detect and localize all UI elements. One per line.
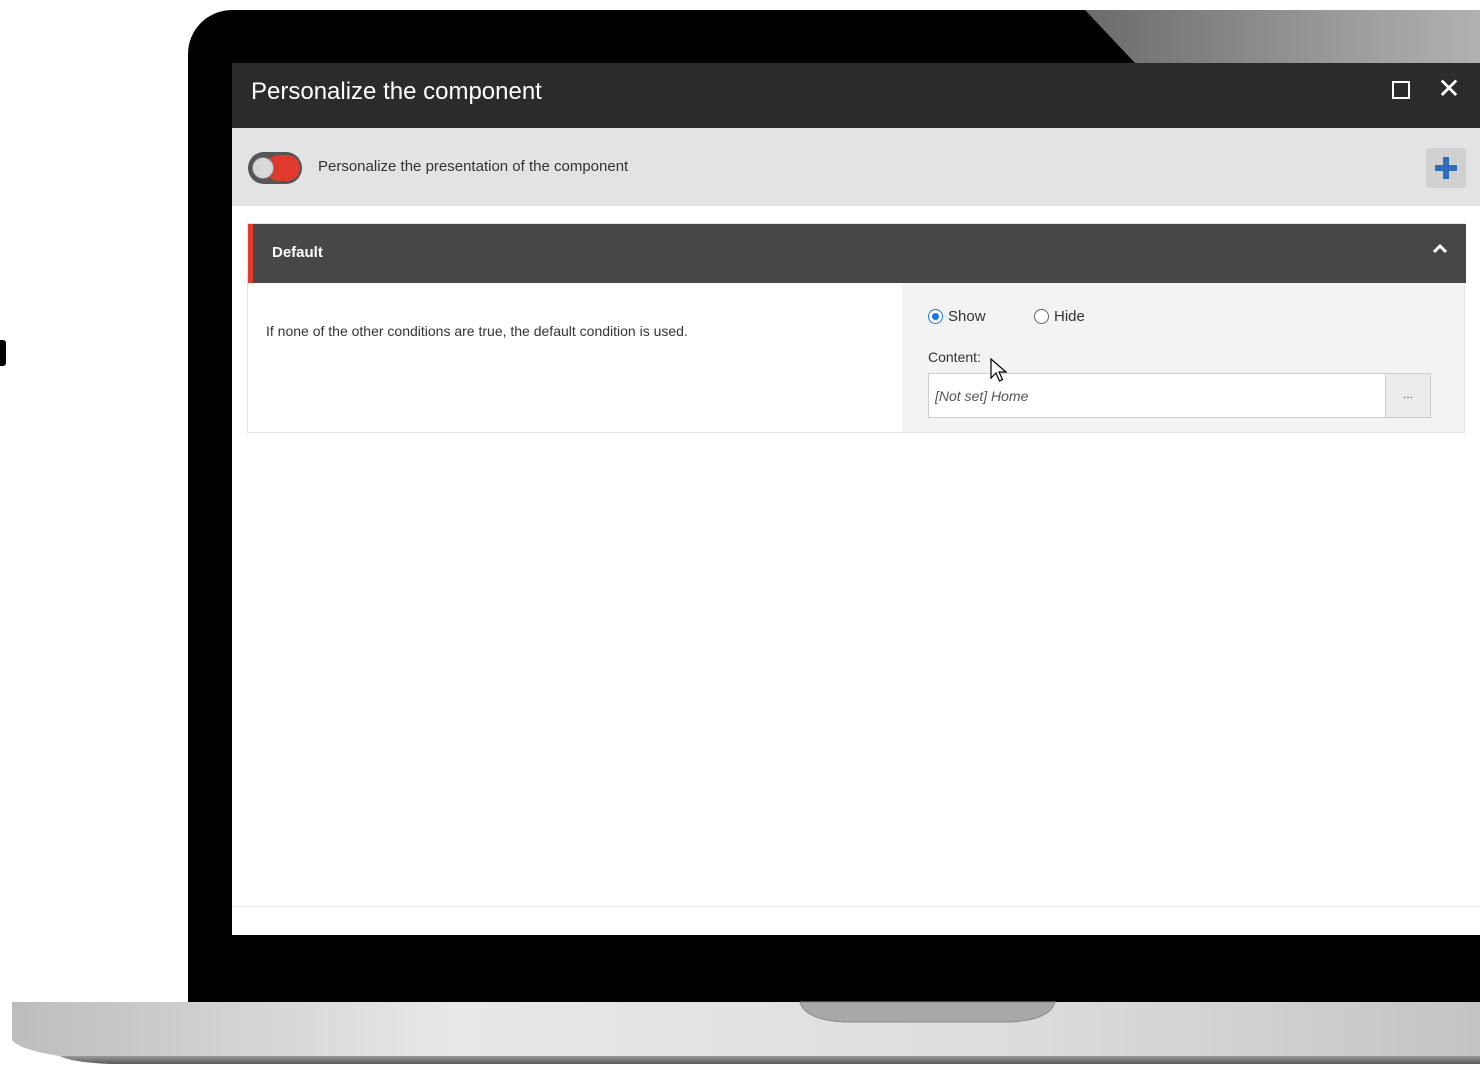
laptop-base	[12, 1001, 1480, 1064]
dialog-titlebar: Personalize the component ✕	[232, 63, 1480, 128]
radio-unchecked-icon	[1034, 309, 1049, 324]
personalize-toggle-label: Personalize the presentation of the comp…	[318, 158, 629, 175]
dialog-footer-divider	[232, 906, 1480, 907]
dialog-title: Personalize the component	[251, 78, 542, 105]
dialog-window: Personalize the component ✕ Personalize …	[232, 63, 1480, 935]
chevron-up-icon[interactable]	[1429, 238, 1451, 260]
add-condition-button[interactable]	[1426, 148, 1466, 188]
browse-content-button[interactable]: ...	[1386, 373, 1431, 418]
hide-radio[interactable]: Hide	[1034, 308, 1104, 328]
maximize-icon[interactable]	[1392, 81, 1410, 99]
plus-icon	[1435, 157, 1457, 179]
section-title: Default	[272, 244, 323, 261]
personalize-toggle[interactable]	[248, 152, 302, 184]
content-label: Content:	[928, 349, 981, 365]
show-radio[interactable]: Show	[928, 308, 998, 328]
personalize-toolbar: Personalize the presentation of the comp…	[232, 128, 1480, 206]
show-radio-label: Show	[948, 308, 986, 325]
radio-checked-icon	[928, 309, 943, 324]
page-edge-fragment	[0, 340, 6, 366]
toggle-knob	[252, 157, 274, 179]
condition-description: If none of the other conditions are true…	[266, 323, 688, 339]
condition-action-panel: Show Hide Content: ...	[902, 283, 1464, 432]
default-condition-section: Default If none of the other conditions …	[247, 223, 1466, 433]
default-section-header[interactable]: Default	[248, 224, 1466, 283]
close-icon[interactable]: ✕	[1435, 75, 1463, 103]
bezel-glare	[1085, 10, 1480, 63]
hide-radio-label: Hide	[1054, 308, 1085, 325]
mouse-pointer-icon	[990, 358, 1008, 382]
